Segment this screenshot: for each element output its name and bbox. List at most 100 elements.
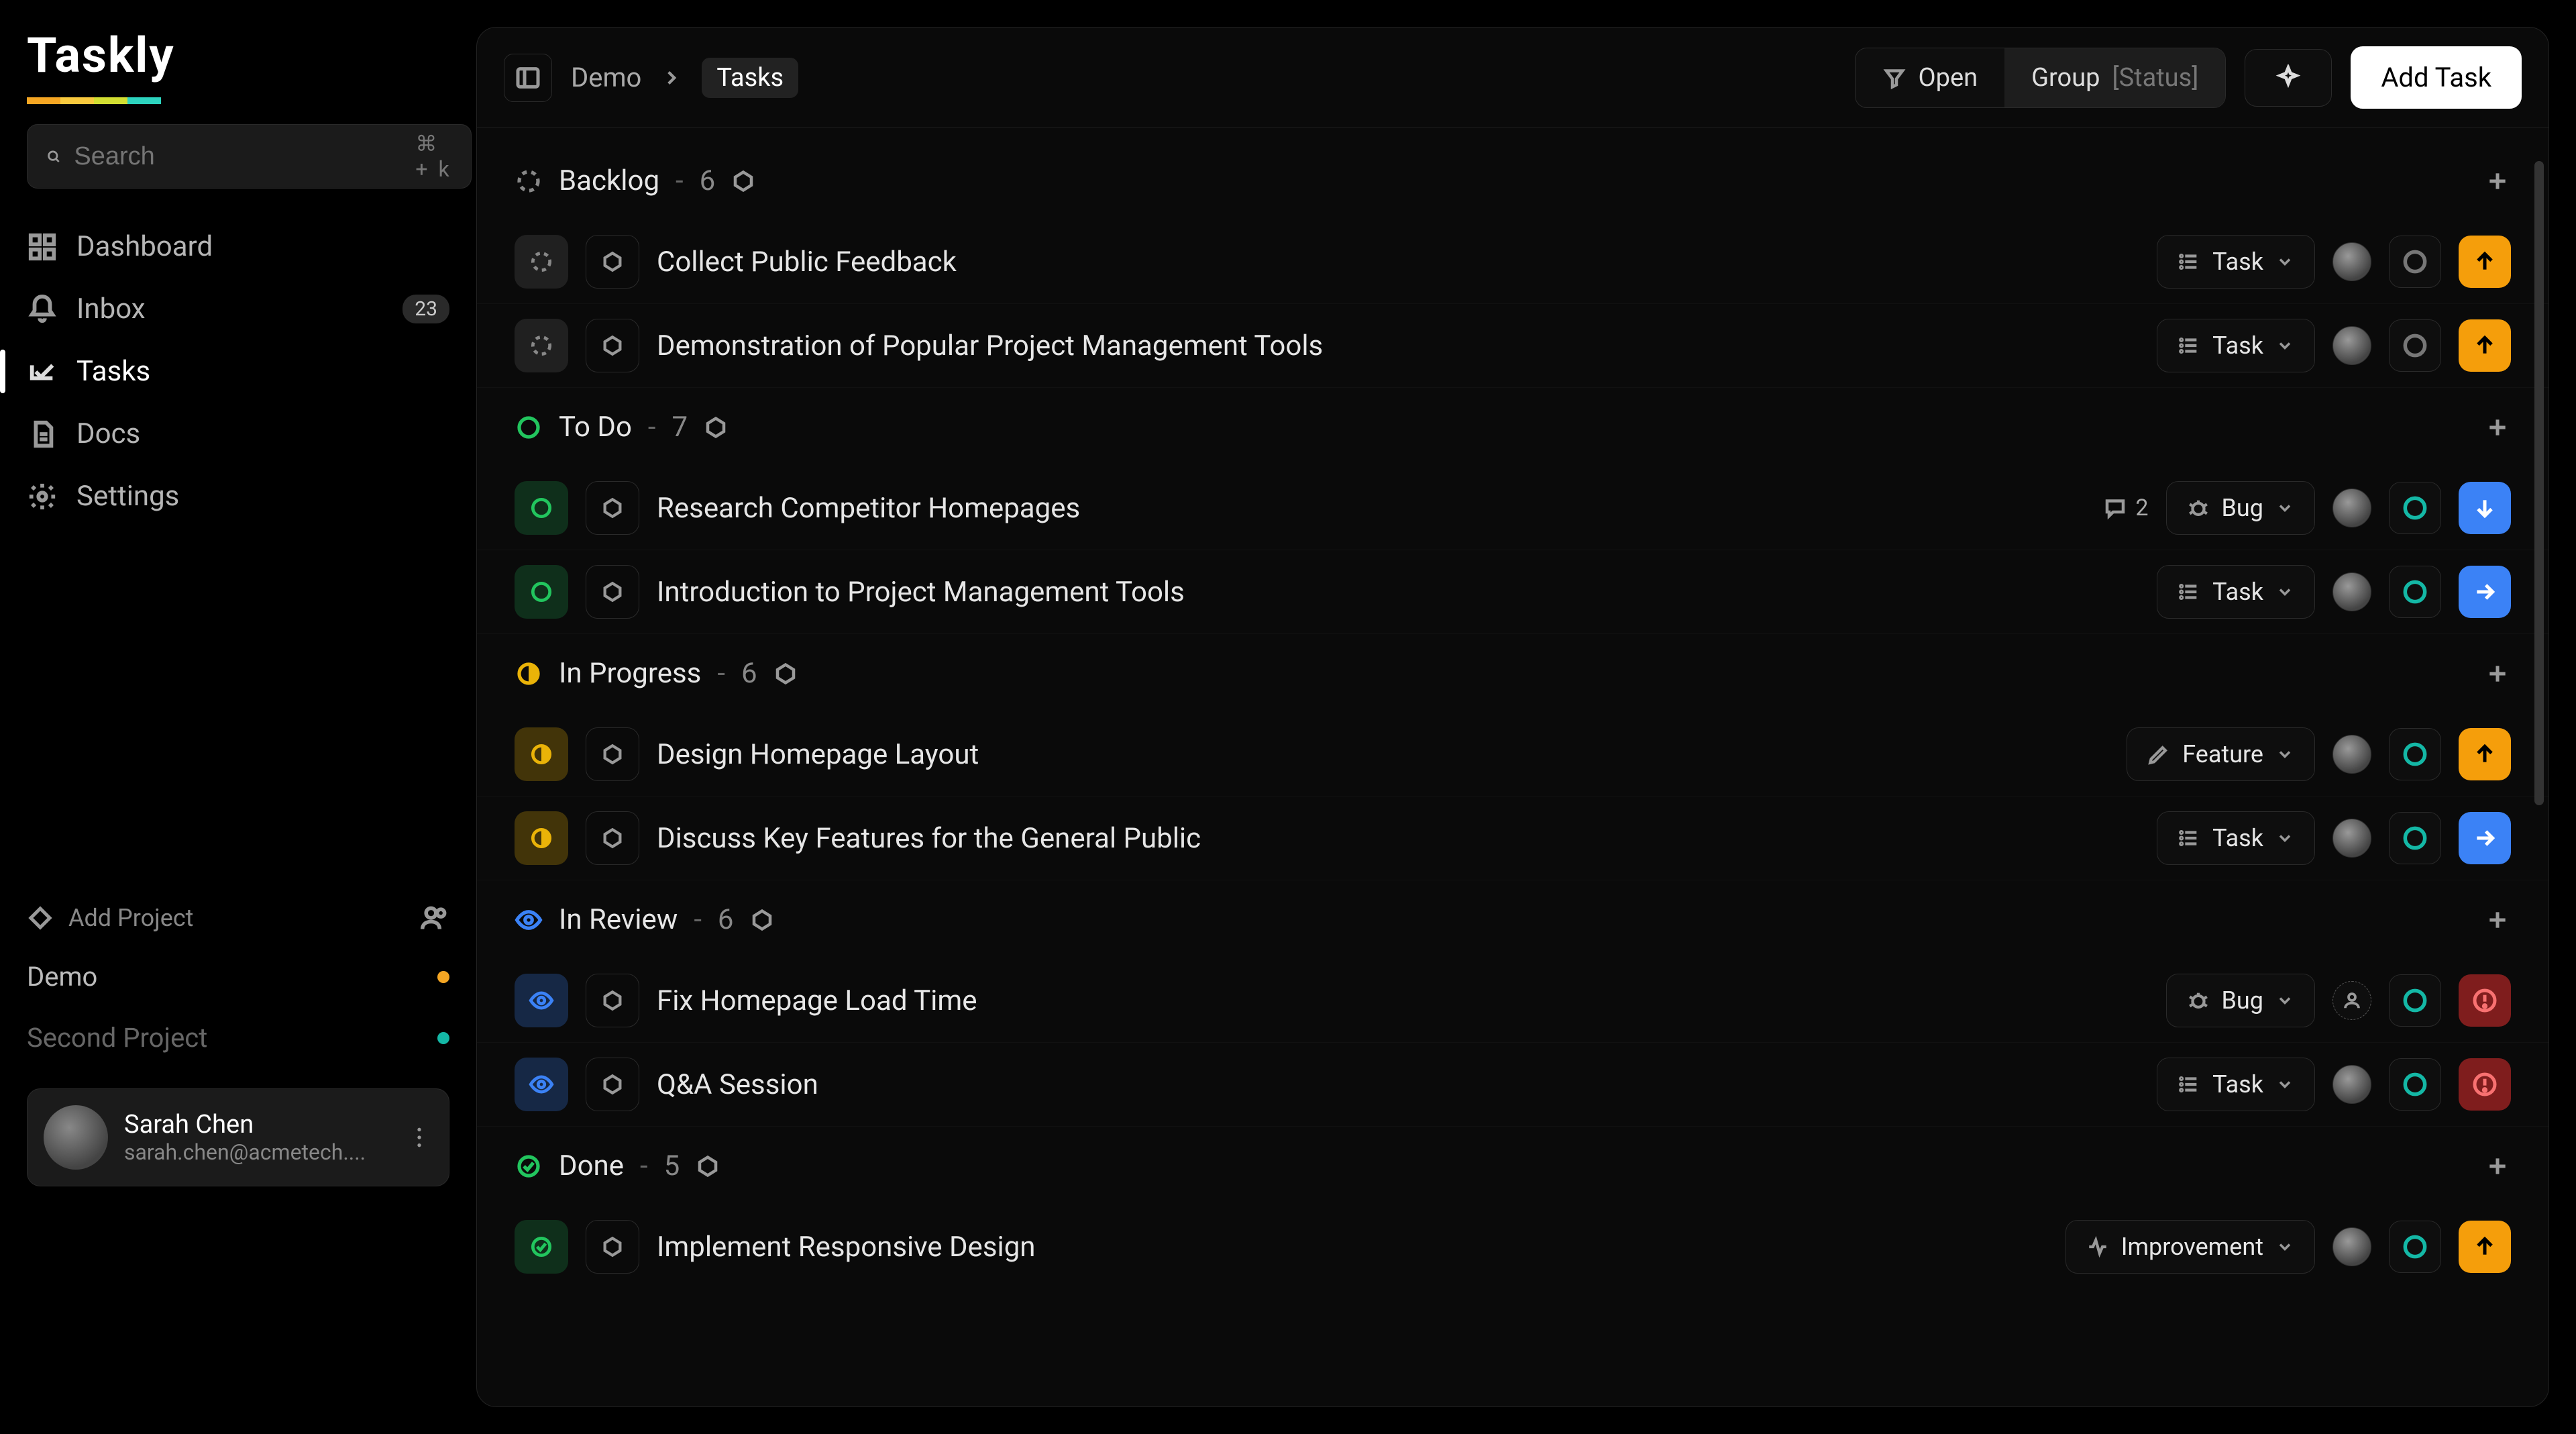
task-status-button[interactable] bbox=[515, 974, 568, 1027]
task-tag-button[interactable] bbox=[586, 481, 639, 535]
nav-inbox[interactable]: Inbox 23 bbox=[7, 278, 470, 340]
users-icon[interactable] bbox=[420, 903, 449, 933]
assignee-avatar[interactable] bbox=[2332, 572, 2371, 611]
priority-button[interactable] bbox=[2459, 319, 2511, 372]
priority-button[interactable] bbox=[2459, 482, 2511, 534]
progress-ring[interactable] bbox=[2389, 566, 2441, 618]
task-status-button[interactable] bbox=[515, 811, 568, 865]
task-row[interactable]: Discuss Key Features for the General Pub… bbox=[477, 797, 2548, 880]
nav-dashboard[interactable]: Dashboard bbox=[7, 215, 470, 278]
app-logo[interactable]: Taskly bbox=[0, 27, 202, 97]
task-status-button[interactable] bbox=[515, 727, 568, 781]
add-task-to-group-icon[interactable] bbox=[2484, 660, 2511, 687]
task-status-button[interactable] bbox=[515, 1220, 568, 1274]
task-row[interactable]: Fix Homepage Load Time Bug bbox=[477, 959, 2548, 1043]
priority-button[interactable] bbox=[2459, 1058, 2511, 1111]
hexagon-icon[interactable] bbox=[731, 169, 755, 193]
task-row[interactable]: Research Competitor Homepages 2 Bug bbox=[477, 466, 2548, 550]
task-tag-button[interactable] bbox=[586, 1058, 639, 1111]
add-project-label[interactable]: Add Project bbox=[68, 904, 193, 932]
task-tag-button[interactable] bbox=[586, 727, 639, 781]
task-tag-button[interactable] bbox=[586, 974, 639, 1027]
progress-ring[interactable] bbox=[2389, 974, 2441, 1027]
breadcrumb-project[interactable]: Demo bbox=[571, 62, 641, 93]
add-task-to-group-icon[interactable] bbox=[2484, 168, 2511, 195]
task-row[interactable]: Collect Public Feedback Task bbox=[477, 220, 2548, 304]
task-type-chip[interactable]: Feature bbox=[2127, 727, 2315, 781]
search-input[interactable]: ⌘ + k bbox=[27, 124, 472, 189]
task-tag-button[interactable] bbox=[586, 235, 639, 289]
assignee-avatar[interactable] bbox=[2332, 326, 2371, 365]
task-status-button[interactable] bbox=[515, 235, 568, 289]
task-row[interactable]: Design Homepage Layout Feature bbox=[477, 713, 2548, 797]
priority-button[interactable] bbox=[2459, 236, 2511, 288]
project-item-demo[interactable]: Demo bbox=[0, 946, 476, 1007]
hexagon-icon[interactable] bbox=[773, 662, 798, 686]
task-type-chip[interactable]: Task bbox=[2157, 319, 2315, 372]
task-tag-button[interactable] bbox=[586, 565, 639, 619]
task-row[interactable]: Introduction to Project Management Tools… bbox=[477, 550, 2548, 634]
progress-ring[interactable] bbox=[2389, 812, 2441, 864]
progress-ring[interactable] bbox=[2389, 319, 2441, 372]
assignee-avatar[interactable] bbox=[2332, 735, 2371, 774]
task-status-button[interactable] bbox=[515, 481, 568, 535]
task-type-chip[interactable]: Task bbox=[2157, 1058, 2315, 1111]
task-tag-button[interactable] bbox=[586, 811, 639, 865]
toggle-sidebar-button[interactable] bbox=[504, 54, 552, 102]
task-tag-button[interactable] bbox=[586, 319, 639, 372]
search-field[interactable] bbox=[74, 142, 402, 171]
hexagon-icon[interactable] bbox=[696, 1154, 720, 1178]
priority-button[interactable] bbox=[2459, 812, 2511, 864]
progress-ring[interactable] bbox=[2389, 482, 2441, 534]
scrollbar[interactable] bbox=[2534, 161, 2544, 805]
progress-ring[interactable] bbox=[2389, 728, 2441, 780]
nav-docs[interactable]: Docs bbox=[7, 403, 470, 465]
priority-button[interactable] bbox=[2459, 1221, 2511, 1273]
nav-tasks[interactable]: Tasks bbox=[7, 340, 470, 403]
nav-settings[interactable]: Settings bbox=[7, 465, 470, 527]
task-type-chip[interactable]: Task bbox=[2157, 565, 2315, 619]
hexagon-icon[interactable] bbox=[704, 415, 728, 440]
task-row[interactable]: Q&A Session Task bbox=[477, 1043, 2548, 1127]
progress-ring[interactable] bbox=[2389, 1058, 2441, 1111]
hexagon-icon[interactable] bbox=[750, 908, 774, 932]
type-label: Task bbox=[2212, 1070, 2263, 1098]
add-task-to-group-icon[interactable] bbox=[2484, 414, 2511, 441]
assignee-empty[interactable] bbox=[2332, 981, 2371, 1020]
add-task-to-group-icon[interactable] bbox=[2484, 1153, 2511, 1180]
add-task-to-group-icon[interactable] bbox=[2484, 907, 2511, 933]
assignee-avatar[interactable] bbox=[2332, 1227, 2371, 1266]
task-status-button[interactable] bbox=[515, 319, 568, 372]
task-type-chip[interactable]: Task bbox=[2157, 235, 2315, 289]
task-tag-button[interactable] bbox=[586, 1220, 639, 1274]
ai-button[interactable] bbox=[2245, 49, 2332, 107]
feature-icon bbox=[2147, 743, 2170, 766]
breadcrumb-page[interactable]: Tasks bbox=[702, 58, 798, 98]
priority-button[interactable] bbox=[2459, 728, 2511, 780]
comment-count[interactable]: 2 bbox=[2103, 495, 2148, 521]
task-status-button[interactable] bbox=[515, 1058, 568, 1111]
progress-ring[interactable] bbox=[2389, 1221, 2441, 1273]
assignee-avatar[interactable] bbox=[2332, 242, 2371, 281]
progress-ring[interactable] bbox=[2389, 236, 2441, 288]
project-item-second[interactable]: Second Project bbox=[0, 1007, 476, 1068]
priority-button[interactable] bbox=[2459, 974, 2511, 1027]
user-card[interactable]: Sarah Chen sarah.chen@acmetech.... bbox=[27, 1088, 449, 1186]
assignee-avatar[interactable] bbox=[2332, 1065, 2371, 1104]
task-type-chip[interactable]: Task bbox=[2157, 811, 2315, 865]
add-task-button[interactable]: Add Task bbox=[2351, 46, 2522, 109]
priority-button[interactable] bbox=[2459, 566, 2511, 618]
filter-open[interactable]: Open bbox=[1856, 48, 2005, 107]
task-row[interactable]: Implement Responsive Design Improvement bbox=[477, 1205, 2548, 1288]
more-icon[interactable] bbox=[406, 1124, 433, 1151]
task-row[interactable]: Demonstration of Popular Project Managem… bbox=[477, 304, 2548, 388]
task-type-chip[interactable]: Improvement bbox=[2065, 1220, 2315, 1274]
group-by[interactable]: Group [Status] bbox=[2004, 48, 2225, 107]
chevron-down-icon bbox=[2275, 745, 2294, 764]
task-type-chip[interactable]: Bug bbox=[2166, 974, 2316, 1027]
group-label: Group bbox=[2031, 63, 2100, 93]
assignee-avatar[interactable] bbox=[2332, 489, 2371, 527]
task-status-button[interactable] bbox=[515, 565, 568, 619]
assignee-avatar[interactable] bbox=[2332, 819, 2371, 858]
task-type-chip[interactable]: Bug bbox=[2166, 481, 2316, 535]
